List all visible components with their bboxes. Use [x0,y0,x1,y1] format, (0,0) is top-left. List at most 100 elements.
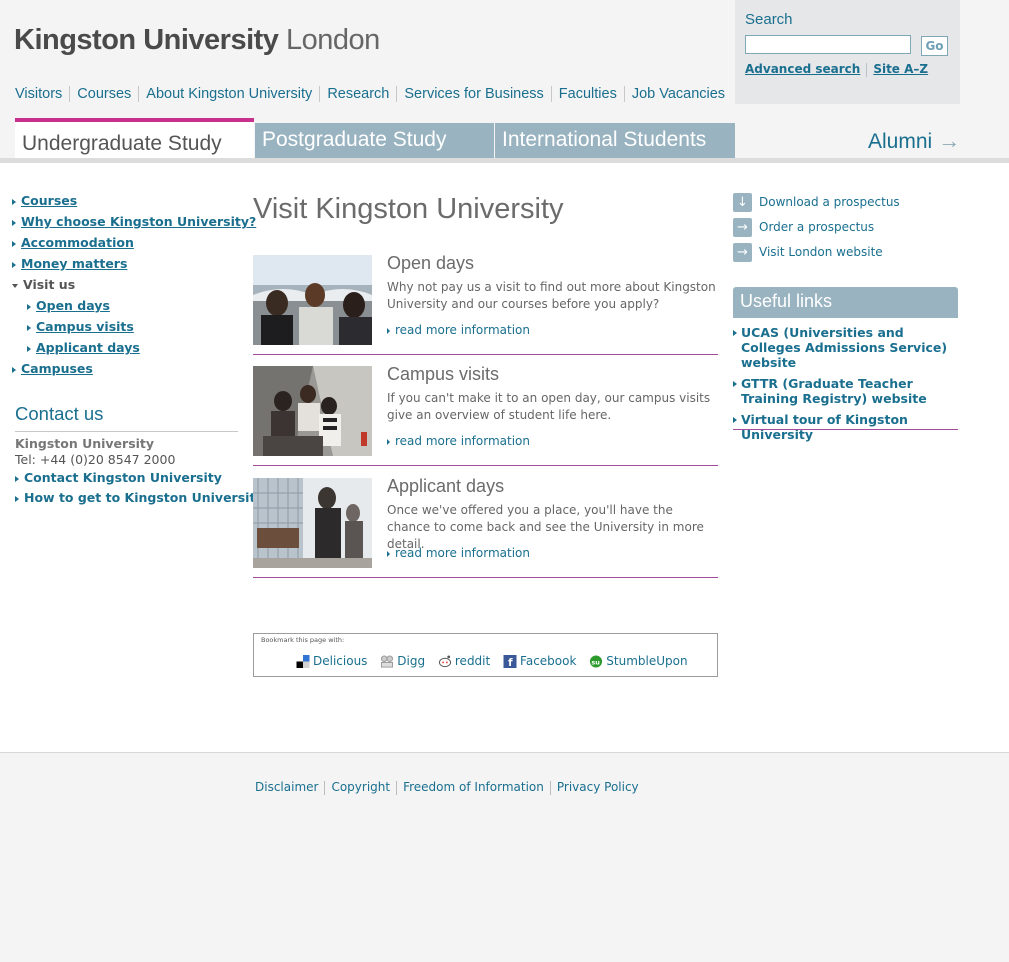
reddit-link[interactable]: reddit [455,654,490,668]
leftnav-item-accommodation: Accommodation [12,235,242,251]
leftnav-item-visit-us: Visit us [12,277,242,293]
left-navigation: Courses Why choose Kingston University? … [12,193,256,382]
open-days-description: Why not pay us a visit to find out more … [387,280,716,311]
tab-undergraduate[interactable]: Undergraduate Study [15,118,254,162]
useful-links-heading: Useful links [733,287,958,318]
leftnav-current-visit-us: Visit us [23,277,76,292]
visit-london-link[interactable]: Visit London website [759,245,883,259]
topnav-about[interactable]: About Kingston University [138,86,320,102]
arrow-right-icon: → [938,128,961,153]
stumbleupon-icon: su [590,655,603,668]
open-days-photo[interactable] [253,255,372,345]
facebook-link[interactable]: Facebook [520,654,576,668]
page-title: Visit Kingston University [253,193,564,225]
triangle-right-icon [12,366,16,373]
footer-separator [549,780,551,795]
triangle-right-icon [15,475,19,482]
bookmark-digg: Digg [380,654,425,668]
triangle-right-icon [12,198,16,205]
open-days-more-link[interactable]: read more information [395,323,530,337]
leftnav-subitem-campus-visits: Campus visits [12,319,242,335]
open-days-more: read more information [387,323,530,337]
topnav-research[interactable]: Research [319,86,397,102]
footer-separator [324,780,326,795]
footer-links: Disclaimer Copyright Freedom of Informatio… [255,780,639,795]
download-prospectus-item: ↓ Download a prospectus [733,193,959,212]
search-label: Search [745,11,793,28]
section-tabs: Undergraduate Study Postgraduate Study I… [0,118,1009,163]
campus-visits-more-link[interactable]: read more information [395,434,530,448]
footer-copyright[interactable]: Copyright [331,780,390,794]
useful-link-item: UCAS (Universities and Colleges Admissio… [733,325,959,370]
order-prospectus-link[interactable]: Order a prospectus [759,220,874,234]
svg-text:su: su [592,658,601,666]
directions-link[interactable]: How to get to Kingston University [24,490,264,505]
leftnav-link-courses[interactable]: Courses [21,193,77,208]
triangle-right-icon [12,219,16,226]
search-go-button[interactable]: Go [921,36,948,56]
campus-visits-more: read more information [387,434,530,448]
leftnav-link-applicant-days[interactable]: Applicant days [36,340,140,355]
gttr-link[interactable]: GTTR (Graduate Teacher Training Registry… [741,376,927,406]
campus-visits-photo[interactable] [253,366,372,456]
logo-university: Kingston University [14,24,279,56]
topnav-jobs[interactable]: Job Vacancies [623,86,733,102]
applicant-days-more-link[interactable]: read more information [395,546,530,560]
advanced-search-link[interactable]: Advanced search [745,62,860,76]
triangle-right-icon [733,417,737,423]
tab-postgraduate[interactable]: Postgraduate Study [255,123,494,163]
applicant-days-more: read more information [387,546,530,560]
leftnav-link-accommodation[interactable]: Accommodation [21,235,134,250]
topnav-faculties[interactable]: Faculties [550,86,624,102]
triangle-right-icon [387,327,390,334]
triangle-right-icon [27,324,31,331]
triangle-right-icon [387,550,390,557]
arrow-right-icon: → [733,218,752,237]
search-input[interactable] [745,35,911,54]
digg-icon [381,655,394,668]
delicious-icon [296,655,310,668]
bookmark-facebook: f Facebook [503,654,576,668]
tab-international[interactable]: International Students [495,123,735,163]
right-column-links: ↓ Download a prospectus → Order a prospect… [733,193,959,268]
facebook-icon: f [503,655,517,668]
virtual-tour-link[interactable]: Virtual tour of Kingston University [741,412,908,442]
contact-link[interactable]: Contact Kingston University [24,470,222,485]
logo-london: London [278,24,380,56]
topnav-courses[interactable]: Courses [69,86,139,102]
delicious-link[interactable]: Delicious [313,654,367,668]
digg-link[interactable]: Digg [397,654,425,668]
bookmark-label: Bookmark this page with: [261,636,345,644]
svg-text:f: f [508,658,513,668]
site-logo[interactable]: Kingston University London [14,24,380,57]
ucas-link[interactable]: UCAS (Universities and Colleges Admissio… [741,325,947,370]
applicant-days-photo[interactable] [253,478,372,568]
triangle-right-icon [15,495,19,502]
useful-links-divider [733,429,958,430]
topnav-business[interactable]: Services for Business [396,86,551,102]
download-prospectus-link[interactable]: Download a prospectus [759,195,900,209]
footer-foi[interactable]: Freedom of Information [403,780,544,794]
open-days-block: Open days Why not pay us a visit to find… [253,253,718,355]
footer-privacy[interactable]: Privacy Policy [557,780,639,794]
contact-details: Kingston University Tel: +44 (0)20 8547 … [15,436,264,510]
triangle-down-icon [12,283,18,288]
contact-org: Kingston University [15,436,155,451]
contact-link-item: Contact Kingston University [15,470,255,485]
stumbleupon-link[interactable]: StumbleUpon [606,654,687,668]
topnav-visitors[interactable]: Visitors [15,86,69,102]
leftnav-item-money: Money matters [12,256,242,272]
leftnav-link-campuses[interactable]: Campuses [21,361,93,376]
leftnav-link-why[interactable]: Why choose Kingston University? [21,214,256,229]
site-az-link[interactable]: Site A–Z [873,62,928,76]
leftnav-link-open-days[interactable]: Open days [36,298,110,313]
leftnav-link-campus-visits[interactable]: Campus visits [36,319,134,334]
footer-disclaimer[interactable]: Disclaimer [255,780,318,794]
triangle-right-icon [12,240,16,247]
download-arrow-icon: ↓ [733,193,752,212]
triangle-right-icon [733,330,737,336]
footer-divider [0,752,1009,753]
arrow-right-icon: → [733,243,752,262]
leftnav-link-money[interactable]: Money matters [21,256,127,271]
leftnav-item-campuses: Campuses [12,361,242,377]
